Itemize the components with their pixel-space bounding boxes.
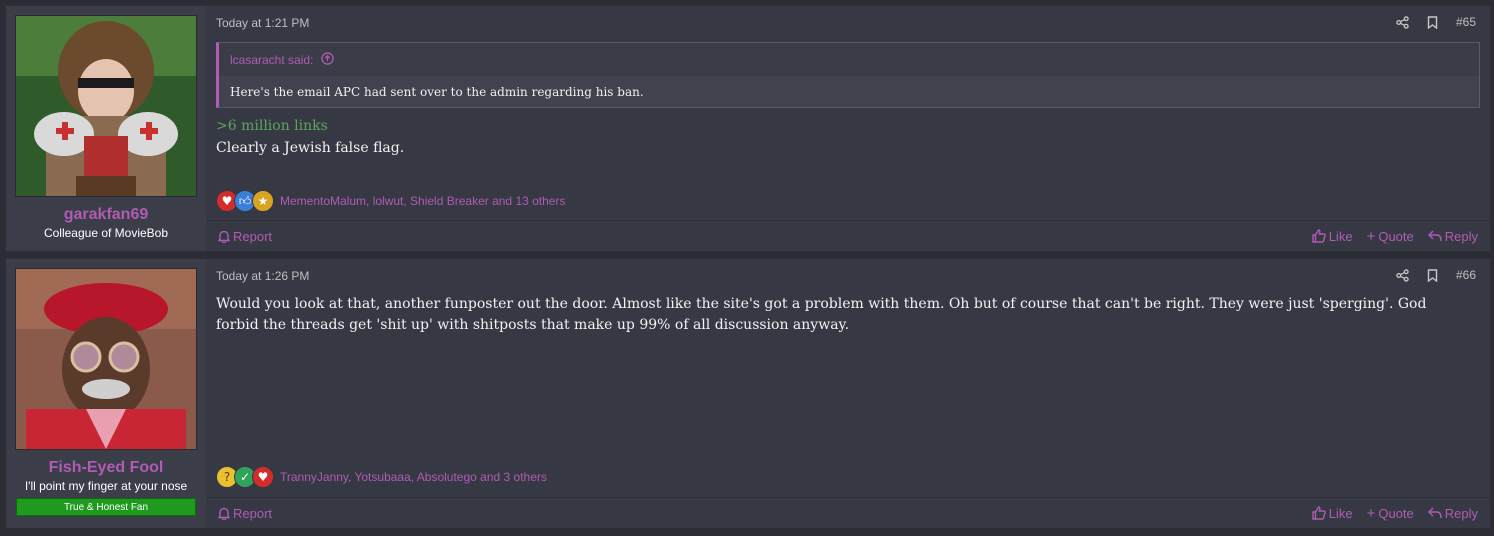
post-number[interactable]: #65 bbox=[1456, 15, 1476, 29]
quote-button[interactable]: + Quote bbox=[1367, 228, 1414, 245]
quote-label: Quote bbox=[1378, 228, 1414, 244]
user-banner: True & Honest Fan bbox=[16, 498, 196, 516]
post-main: Today at 1:26 PM #66 Would you look at t… bbox=[206, 259, 1490, 528]
report-label: Report bbox=[233, 505, 273, 521]
thumbs-up-icon bbox=[1312, 506, 1326, 520]
reply-button[interactable]: Reply bbox=[1427, 228, 1478, 244]
reactions-bar[interactable]: ♥ 👍︎ ★ MementoMalum, lolwut, Shield Brea… bbox=[216, 190, 565, 212]
quote-text: Here's the email APC had sent over to th… bbox=[219, 76, 1479, 107]
username[interactable]: garakfan69 bbox=[64, 206, 149, 224]
post-timestamp[interactable]: Today at 1:26 PM bbox=[216, 269, 309, 283]
arrow-up-circle-icon[interactable] bbox=[321, 51, 335, 68]
post-body: Would you look at that, another funposte… bbox=[216, 296, 1427, 333]
greentext: >6 million links bbox=[216, 118, 328, 134]
avatar[interactable] bbox=[15, 15, 197, 197]
plus-icon: + bbox=[1366, 227, 1376, 245]
share-icon[interactable] bbox=[1396, 15, 1409, 29]
report-button[interactable]: Report bbox=[218, 229, 272, 244]
like-label: Like bbox=[1328, 228, 1353, 244]
reply-label: Reply bbox=[1444, 228, 1478, 244]
medal-icon: ★ bbox=[252, 190, 274, 212]
reply-button[interactable]: Reply bbox=[1427, 505, 1478, 521]
like-button[interactable]: Like bbox=[1312, 506, 1353, 521]
user-panel: Fish-Eyed Fool I'll point my finger at y… bbox=[6, 259, 206, 528]
bell-icon bbox=[218, 507, 230, 520]
post-number[interactable]: #66 bbox=[1456, 268, 1476, 282]
username[interactable]: Fish-Eyed Fool bbox=[49, 459, 164, 477]
quote-label: Quote bbox=[1378, 505, 1414, 521]
reaction-users[interactable]: TrannyJanny, Yotsubaaa, Absolutego and 3… bbox=[280, 470, 547, 484]
thumbs-up-icon bbox=[1312, 229, 1326, 243]
user-title: I'll point my finger at your nose bbox=[24, 479, 188, 493]
user-panel: garakfan69 Colleague of MovieBob bbox=[6, 6, 206, 251]
bell-icon bbox=[218, 230, 230, 243]
reactions-bar[interactable]: ? ✓ ♥ TrannyJanny, Yotsubaaa, Absolutego… bbox=[216, 466, 547, 488]
avatar[interactable] bbox=[15, 268, 197, 450]
report-button[interactable]: Report bbox=[218, 506, 272, 521]
post-meta-actions: #66 bbox=[1396, 268, 1476, 282]
post-meta-actions: #65 bbox=[1396, 15, 1476, 29]
post: garakfan69 Colleague of MovieBob Today a… bbox=[5, 5, 1491, 252]
post-main: Today at 1:21 PM #65 lcasaracht said: He… bbox=[206, 6, 1490, 251]
heart-icon: ♥ bbox=[252, 466, 274, 488]
post-footer: Report Like + Quote Reply bbox=[206, 497, 1490, 528]
report-label: Report bbox=[233, 228, 273, 244]
bookmark-icon[interactable] bbox=[1427, 268, 1438, 282]
quote-button[interactable]: + Quote bbox=[1367, 505, 1414, 522]
quote-block: lcasaracht said: Here's the email APC ha… bbox=[216, 42, 1480, 108]
reply-icon bbox=[1427, 230, 1442, 242]
post-footer: Report Like + Quote Reply bbox=[206, 220, 1490, 251]
like-label: Like bbox=[1328, 505, 1353, 521]
share-icon[interactable] bbox=[1396, 268, 1409, 282]
reply-label: Reply bbox=[1444, 505, 1478, 521]
like-button[interactable]: Like bbox=[1312, 229, 1353, 244]
plus-icon: + bbox=[1366, 504, 1376, 522]
post: Fish-Eyed Fool I'll point my finger at y… bbox=[5, 258, 1491, 529]
reply-icon bbox=[1427, 507, 1442, 519]
reaction-users[interactable]: MementoMalum, lolwut, Shield Breaker and… bbox=[280, 194, 565, 208]
quote-author[interactable]: lcasaracht said: bbox=[230, 53, 313, 67]
post-timestamp[interactable]: Today at 1:21 PM bbox=[216, 16, 309, 30]
quote-header[interactable]: lcasaracht said: bbox=[219, 43, 1479, 76]
post-body: Clearly a Jewish false flag. bbox=[216, 140, 405, 156]
bookmark-icon[interactable] bbox=[1427, 15, 1438, 29]
user-title: Colleague of MovieBob bbox=[43, 226, 169, 240]
